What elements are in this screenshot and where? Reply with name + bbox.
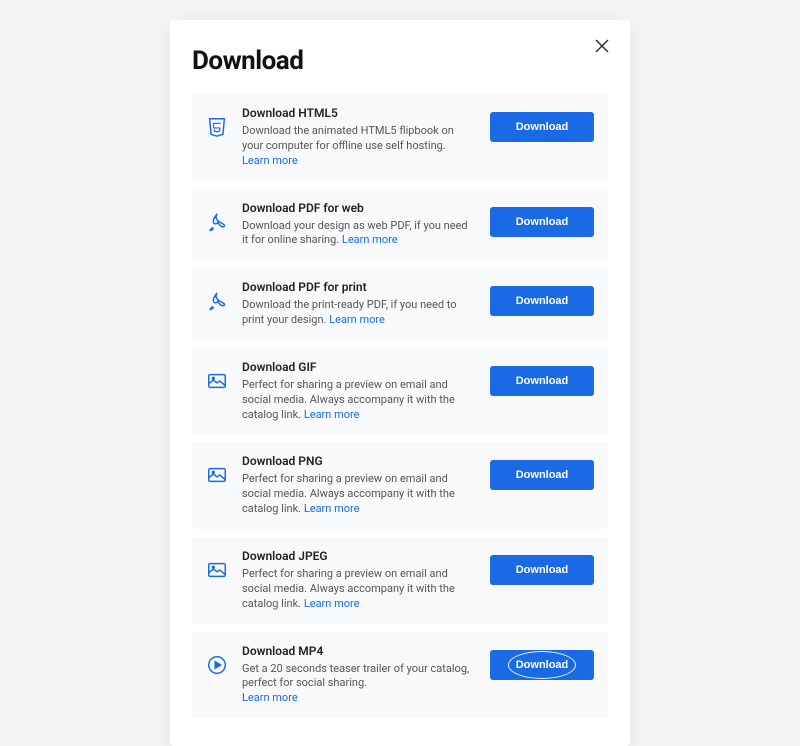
modal-title: Download (192, 46, 303, 76)
option-description: Download the print-ready PDF, if you nee… (242, 298, 476, 328)
close-icon (595, 39, 609, 53)
row-action: Download (490, 366, 594, 396)
learn-more-link[interactable]: Learn more (242, 691, 298, 704)
download-button[interactable]: Download (490, 207, 594, 237)
row-action: Download (490, 286, 594, 316)
learn-more-link[interactable]: Learn more (304, 502, 360, 515)
option-description: Get a 20 seconds teaser trailer of your … (242, 662, 476, 707)
row-content: Download JPEG Perfect for sharing a previ… (242, 549, 476, 612)
learn-more-link[interactable]: Learn more (329, 313, 385, 326)
download-button[interactable]: Download (490, 366, 594, 396)
option-description: Download your design as web PDF, if you … (242, 219, 476, 249)
download-button[interactable]: Download (490, 555, 594, 585)
download-button[interactable]: Download (490, 112, 594, 142)
row-content: Download PNG Perfect for sharing a previe… (242, 454, 476, 517)
row-action: Download (490, 555, 594, 585)
row-content: Download PDF for print Download the print… (242, 280, 476, 328)
option-title: Download GIF (242, 360, 476, 374)
option-title: Download MP4 (242, 644, 476, 658)
option-description-text: Get a 20 seconds teaser trailer of your … (242, 662, 469, 690)
option-description: Download the animated HTML5 flipbook on … (242, 124, 476, 169)
download-option-row: Download HTML5 Download the animated HTML… (192, 94, 608, 181)
option-description: Perfect for sharing a preview on email a… (242, 472, 476, 517)
learn-more-link[interactable]: Learn more (242, 154, 298, 167)
download-option-row: Download PNG Perfect for sharing a previe… (192, 442, 608, 529)
option-title: Download PDF for web (242, 201, 476, 215)
option-title: Download JPEG (242, 549, 476, 563)
download-button[interactable]: Download (490, 286, 594, 316)
image-icon (206, 370, 228, 392)
download-option-row: Download GIF Perfect for sharing a previe… (192, 348, 608, 435)
row-content: Download PDF for web Download your design… (242, 201, 476, 249)
row-content: Download GIF Perfect for sharing a previe… (242, 360, 476, 423)
download-option-row: Download MP4 Get a 20 seconds teaser trai… (192, 632, 608, 719)
learn-more-link[interactable]: Learn more (304, 408, 360, 421)
row-action: Download (490, 460, 594, 490)
row-action: Download (490, 207, 594, 237)
row-content: Download MP4 Get a 20 seconds teaser trai… (242, 644, 476, 707)
option-description-text: Download the animated HTML5 flipbook on … (242, 124, 454, 152)
option-title: Download HTML5 (242, 106, 476, 120)
option-description: Perfect for sharing a preview on email a… (242, 378, 476, 423)
pdf-icon (206, 211, 228, 233)
download-modal: Download Download HTML5 Download the anim… (170, 20, 630, 746)
row-action: Download (490, 112, 594, 142)
row-content: Download HTML5 Download the animated HTML… (242, 106, 476, 169)
row-action: Download (490, 650, 594, 680)
download-option-row: Download PDF for print Download the print… (192, 268, 608, 340)
download-option-row: Download PDF for web Download your design… (192, 189, 608, 261)
close-button[interactable] (594, 38, 610, 54)
download-options-list: Download HTML5 Download the animated HTML… (192, 94, 608, 718)
pdf-icon (206, 290, 228, 312)
modal-header: Download (192, 46, 608, 76)
html5-icon (206, 116, 228, 138)
image-icon (206, 559, 228, 581)
option-description: Perfect for sharing a preview on email a… (242, 567, 476, 612)
download-button[interactable]: Download (490, 460, 594, 490)
option-title: Download PNG (242, 454, 476, 468)
download-button[interactable]: Download (490, 650, 594, 680)
learn-more-link[interactable]: Learn more (304, 597, 360, 610)
learn-more-link[interactable]: Learn more (342, 233, 398, 246)
play-icon (206, 654, 228, 676)
option-title: Download PDF for print (242, 280, 476, 294)
download-option-row: Download JPEG Perfect for sharing a previ… (192, 537, 608, 624)
image-icon (206, 464, 228, 486)
